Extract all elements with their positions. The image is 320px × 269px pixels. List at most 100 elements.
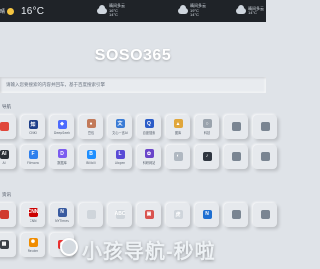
nav-tile[interactable]: L Libgen [108,145,132,169]
news-icon [86,209,96,219]
nav-tile-label: CNKI [29,130,37,135]
generic-icon [260,209,270,219]
nav-tile[interactable]: F Filmora [21,145,45,169]
news-tile[interactable]: N NYTimes [50,203,74,227]
cloud-icon [236,5,246,14]
n-circle-icon: N [202,209,212,219]
reuters-icon: ✺ [28,237,38,247]
nav-tile-label: 数据库 [57,161,67,165]
news-tile[interactable] [253,203,277,227]
current-temperature: 16°C [21,5,45,17]
nav-tile[interactable]: Q 百度搜索 [137,115,161,139]
nav-tile-label: 文心一言AI [112,131,128,135]
nav-tile-label: 科研网站 [142,161,156,165]
mountain-icon: ▲ [173,119,183,128]
weather-condition-fragment: 晴 [0,8,6,15]
nav-tile[interactable]: AI AI [0,145,16,169]
nav-tile-label: DeepSeek [53,130,71,135]
nav-tile[interactable] [224,145,248,169]
filmora-icon: F [28,149,38,159]
nav-tile[interactable]: ◆ DeepSeek [50,115,74,139]
nav-tile-label: Libgen [114,160,126,165]
weather-current: 晴 16°C [0,3,44,19]
music-icon: ♪ [202,151,212,161]
abc-icon: ABC [114,209,126,219]
nav-tile-label: 图库 [174,131,182,135]
site-title: SOSO365 [94,47,172,64]
news-tile[interactable]: ABC [108,203,132,227]
nav-tile-label: AI [2,160,6,165]
nav-tile[interactable]: 知 CNKI [21,115,45,139]
circle-outline-icon: ○ [202,119,212,128]
flower-icon: ✿ [144,149,154,158]
red-square-icon: ▣ [144,209,154,219]
nav-tile[interactable]: ● 豆包 [79,115,103,139]
nav-tile-label: 科技 [203,131,211,135]
nav-tile[interactable]: 文文心一言AI [108,115,132,139]
ai-icon: AI [0,149,9,159]
cloud-icon [178,5,188,14]
news-tile[interactable]: N [195,203,219,227]
news-tile[interactable] [0,203,16,227]
section-label-news: 资讯 [2,192,11,197]
search-q-icon: Q [144,119,154,128]
generic-icon [231,209,241,219]
nav-tile[interactable]: ♪ [195,145,219,169]
news-tile[interactable]: ▣ [137,203,161,227]
forecast-day-2: 晴间多云 19°C 14°C [178,3,206,19]
nav-tile[interactable]: ▲ 图库 [166,115,190,139]
search-input[interactable]: 请输入您要搜索的内容并回车，基于百度搜索引擎 [0,77,266,93]
nav-tile-label: Filmora [27,160,39,165]
news-tile[interactable] [79,203,103,227]
nav-tile[interactable] [253,145,277,169]
weather-bar: 晴 16°C 晴间多云 16°C 14°C 晴间多云 19°C 14°C 晴间多… [0,0,266,22]
nav-tile[interactable]: D 数据库 [50,145,74,169]
nav-tile-label: 豆包 [87,131,95,135]
section-label-nav: 导航 [2,104,11,109]
doubao-icon: ● [86,119,96,128]
news-tile[interactable] [224,203,248,227]
nav-tile[interactable]: ✿ 科研网站 [137,145,161,169]
generic-icon [260,151,270,161]
bilibili-icon: B [86,149,96,159]
news-tile[interactable]: CNN CNN [21,203,45,227]
forecast-high: 14°C [248,10,257,15]
cnn-icon: CNN [27,207,39,217]
news-tile[interactable]: 虎 [166,203,190,227]
news-tile[interactable]: ▦ [0,233,16,257]
forecast-low: 14°C [109,12,118,18]
sun-icon [7,7,15,15]
building-icon: ▦ [0,239,9,249]
news-tile-label: NYTimes [55,218,69,223]
forecast-day-3: 晴间多云 14°C [236,3,264,19]
nav-tile-grid: 知 CNKI ◆ DeepSeek ● 豆包文文心一言AI Q 百度搜索 ▲ 图库 ○ 科技 AI AI F… [0,115,277,169]
watermark-logo [60,238,78,256]
cnki-icon: 知 [28,119,38,129]
nav-tile[interactable] [224,115,248,139]
generic-icon [231,151,241,161]
red-circle-icon [0,121,9,131]
whale-icon: ◆ [57,119,67,129]
news-tile-label: Reuter [27,248,39,253]
nav-tile[interactable] [253,115,277,139]
red-circle-icon [0,209,9,219]
news-tile[interactable]: ✺ Reuter [21,233,45,257]
database-icon: D [57,149,67,158]
search-placeholder: 请输入您要搜索的内容并回车，基于百度搜索引擎 [6,83,105,88]
nyt-icon: N [57,207,67,217]
nav-tile-label: 百度搜索 [142,131,156,135]
forecast-low: 14°C [190,12,199,18]
nav-tile[interactable] [0,115,16,139]
nav-tile[interactable]: B Bilibili [79,145,103,169]
disc-icon: ◐ [173,151,183,161]
libgen-icon: L [115,149,125,159]
news-tile-label: CNN [29,218,37,223]
generic-icon [231,121,241,131]
nav-tile-label: Bilibili [86,160,96,165]
nav-tile[interactable]: ◐ [166,145,190,169]
nav-tile[interactable]: ○ 科技 [195,115,219,139]
ink-icon: 虎 [173,209,183,219]
forecast-day-1: 晴间多云 16°C 14°C [97,3,125,19]
cloud-icon [97,5,107,14]
ernie-icon: 文 [115,119,125,128]
